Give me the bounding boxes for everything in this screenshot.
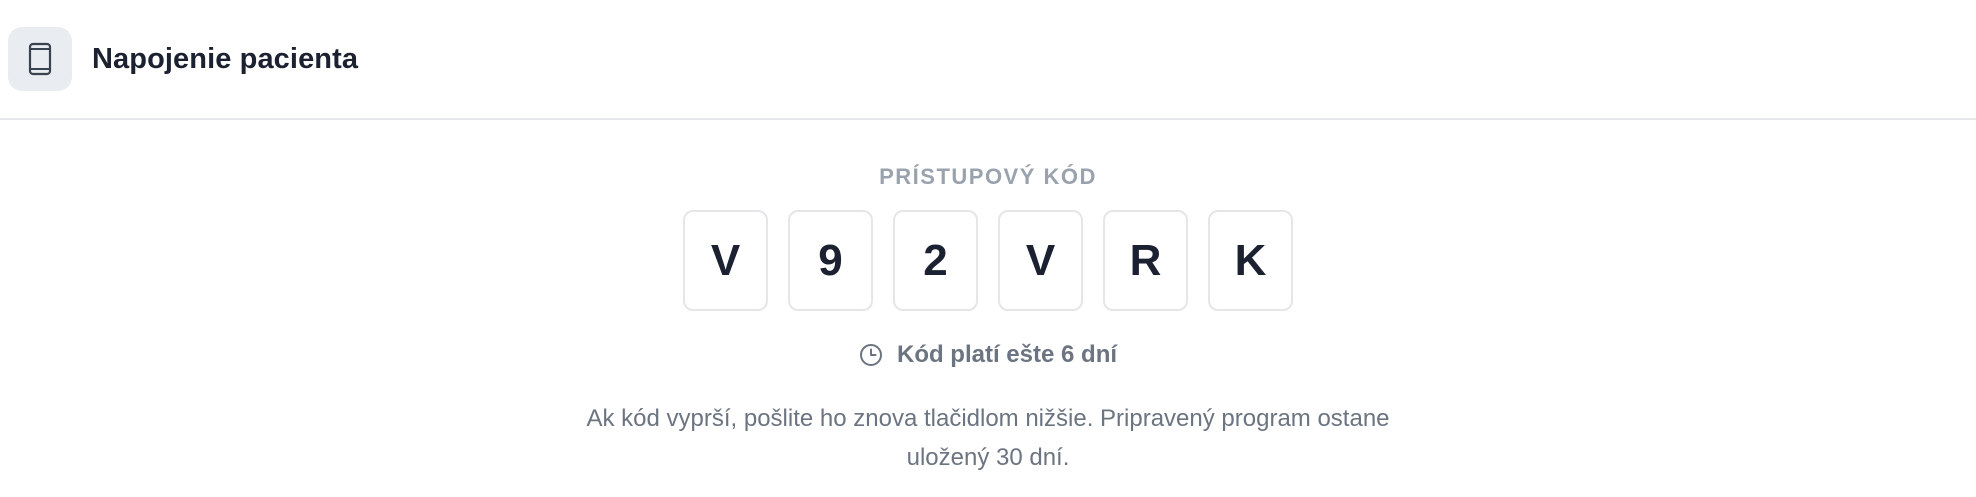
code-char-6: K xyxy=(1208,210,1293,311)
code-char-2: 9 xyxy=(788,210,873,311)
phone-icon xyxy=(8,27,72,91)
code-char-1: V xyxy=(683,210,768,311)
code-char-4: V xyxy=(998,210,1083,311)
code-char-3: 2 xyxy=(893,210,978,311)
code-char-5: R xyxy=(1103,210,1188,311)
validity-text: Kód platí ešte 6 dní xyxy=(896,341,1118,368)
code-validity: Kód platí ešte 6 dní xyxy=(859,341,1117,369)
expiry-note: Ak kód vyprší, pošlite ho znova tlačidlo… xyxy=(586,405,1390,471)
access-code-boxes: V 9 2 V R K xyxy=(683,210,1293,311)
panel-header: Napojenie pacienta xyxy=(0,0,1976,120)
access-code-section: PRÍSTUPOVÝ KÓD V 9 2 V R K Kód platí ešt… xyxy=(0,120,1976,477)
patient-connection-panel: Napojenie pacienta PRÍSTUPOVÝ KÓD V 9 2 … xyxy=(0,0,1976,497)
access-code-label: PRÍSTUPOVÝ KÓD xyxy=(879,164,1097,189)
panel-title: Napojenie pacienta xyxy=(92,42,359,75)
clock-icon xyxy=(859,343,883,367)
